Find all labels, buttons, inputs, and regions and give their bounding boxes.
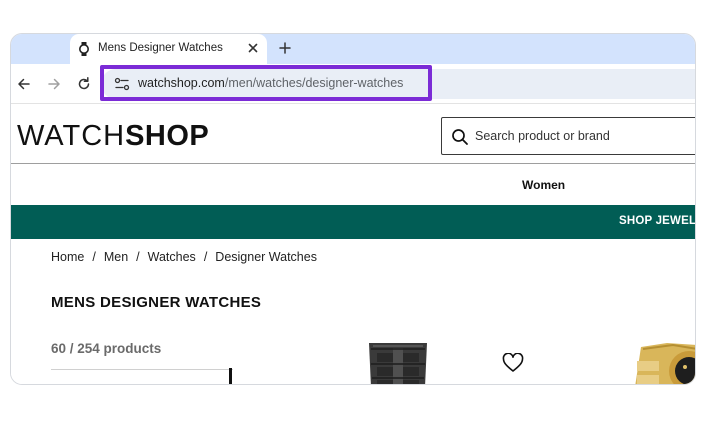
nav-item-women[interactable]: Women [522, 178, 565, 192]
product-count: 60 / 254 products [51, 341, 162, 356]
url-text[interactable]: watchshop.com/men/watches/designer-watch… [138, 76, 403, 90]
main-navigation: Women [11, 163, 695, 205]
active-tab[interactable]: Mens Designer Watches [70, 34, 267, 64]
reload-icon[interactable] [75, 75, 93, 93]
product-image-gold-watch[interactable] [633, 337, 696, 385]
tab-title: Mens Designer Watches [98, 42, 223, 54]
logo-part-shop: SHOP [125, 120, 210, 152]
breadcrumb-home[interactable]: Home [51, 250, 84, 264]
forward-arrow-icon[interactable] [45, 75, 63, 93]
sort-dropdown-edge[interactable] [229, 368, 232, 384]
page-title: MENS DESIGNER WATCHES [51, 294, 262, 311]
url-host: watchshop.com [138, 76, 225, 90]
web-page: WATCHSHOP Search product or brand Women … [11, 105, 696, 385]
breadcrumb-men[interactable]: Men [104, 250, 128, 264]
heart-icon[interactable] [502, 353, 524, 373]
breadcrumb-designer-watches: Designer Watches [215, 250, 317, 264]
url-path: /men/watches/designer-watches [224, 76, 404, 90]
search-icon [452, 129, 468, 145]
promo-link[interactable]: SHOP JEWELLERY [619, 215, 695, 227]
breadcrumb-separator: / [136, 250, 140, 264]
breadcrumb: Home / Men / Watches / Designer Watches [51, 250, 317, 264]
logo-part-watch: WATCH [17, 120, 126, 152]
address-bar[interactable]: watchshop.com/men/watches/designer-watch… [101, 69, 695, 99]
back-arrow-icon[interactable] [15, 75, 33, 93]
breadcrumb-watches[interactable]: Watches [148, 250, 196, 264]
plus-icon[interactable] [277, 40, 293, 56]
breadcrumb-separator: / [203, 250, 208, 264]
browser-window: Mens Designer Watches watchshop.com/men/… [10, 33, 696, 385]
breadcrumb-separator: / [92, 250, 96, 264]
tab-strip: Mens Designer Watches [11, 34, 695, 64]
browser-toolbar: watchshop.com/men/watches/designer-watch… [11, 64, 695, 104]
close-icon[interactable] [246, 41, 260, 55]
promo-banner: SHOP JEWELLERY [11, 205, 695, 239]
site-logo[interactable]: WATCHSHOP [17, 119, 209, 153]
product-image-black-watch[interactable] [363, 337, 433, 385]
watch-favicon-icon [79, 42, 89, 56]
sort-divider [51, 369, 233, 370]
search-input[interactable]: Search product or brand [441, 117, 695, 155]
site-info-icon[interactable] [114, 77, 130, 91]
search-placeholder: Search product or brand [475, 129, 610, 143]
